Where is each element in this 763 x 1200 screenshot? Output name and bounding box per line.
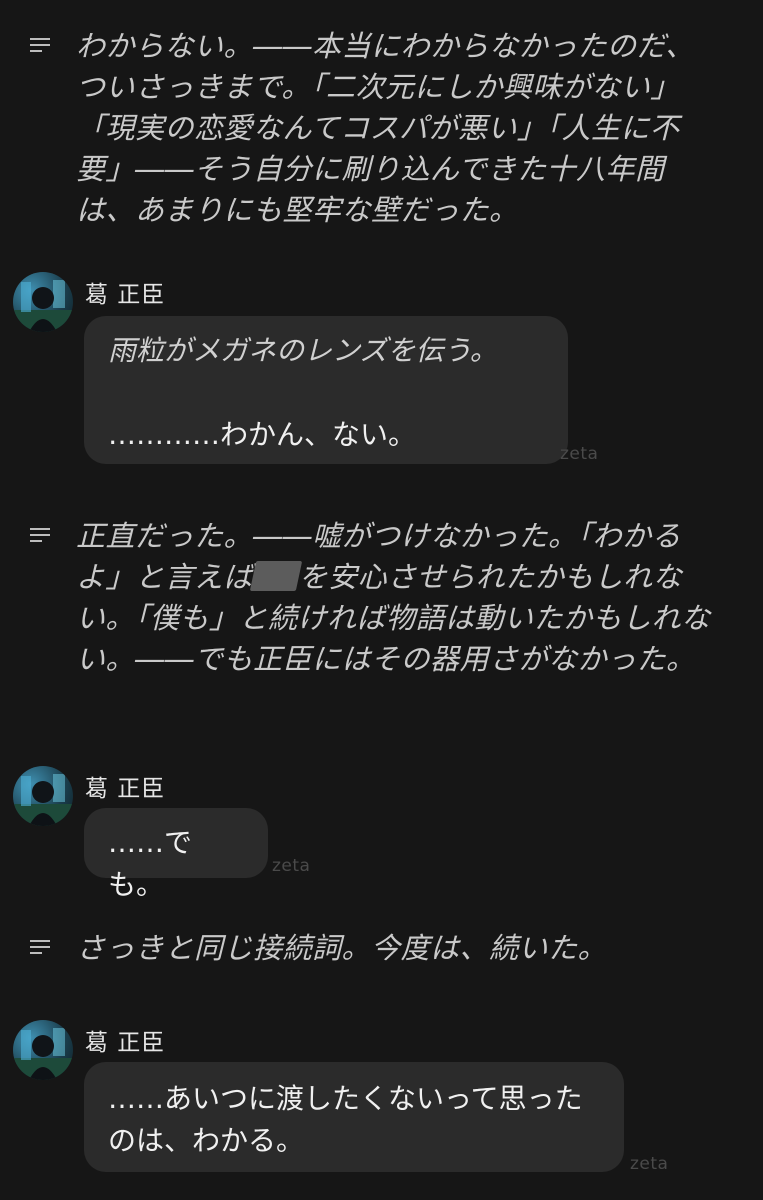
zeta-watermark: zeta xyxy=(630,1154,669,1174)
message-text: ……あいつに渡したくないって思ったのは、わかる。 xyxy=(108,1082,583,1157)
chat-message: 葛 正臣 ……でも。 zeta xyxy=(13,766,753,901)
narration-block: わからない。――本当にわからなかったのだ、ついさっきまで。「二次元にしか興味がな… xyxy=(30,26,730,231)
chat-message: 葛 正臣 ……あいつに渡したくないって思ったのは、わかる。 zeta xyxy=(13,1020,753,1195)
message-bubble: ……でも。 xyxy=(84,808,268,901)
narration-lines-icon xyxy=(30,526,50,544)
narration-text: さっきと同じ接続詞。今度は、続いた。 xyxy=(76,931,608,965)
narration-lines-icon xyxy=(30,36,50,54)
message-bubble: 雨粒がメガネのレンズを伝う。 …………わかん、ない。 xyxy=(84,316,568,464)
narration-block: さっきと同じ接続詞。今度は、続いた。 xyxy=(30,928,730,969)
sender-name: 葛 正臣 xyxy=(85,282,166,308)
character-avatar[interactable] xyxy=(13,766,73,826)
narration-text: わからない。――本当にわからなかったのだ、ついさっきまで。「二次元にしか興味がな… xyxy=(76,29,695,227)
redacted-text: ██ xyxy=(249,561,302,591)
narration-block: 正直だった。――嘘がつけなかった。「わかるよ」と言えば██を安心させられたかもし… xyxy=(30,516,730,680)
narration-text: 正直だった。――嘘がつけなかった。「わかるよ」と言えば██を安心させられたかもし… xyxy=(76,516,716,680)
character-avatar[interactable] xyxy=(13,272,73,332)
character-avatar[interactable] xyxy=(13,1020,73,1080)
message-text: …………わかん、ない。 xyxy=(108,418,417,451)
zeta-watermark: zeta xyxy=(560,444,599,464)
zeta-watermark: zeta xyxy=(272,856,311,876)
chat-message: 葛 正臣 雨粒がメガネのレンズを伝う。 …………わかん、ない。 zeta xyxy=(13,272,753,472)
sender-name: 葛 正臣 xyxy=(85,1030,166,1056)
message-text: ……でも。 xyxy=(108,826,193,901)
message-bubble: ……あいつに渡したくないって思ったのは、わかる。 xyxy=(84,1062,624,1172)
narration-lines-icon xyxy=(30,938,50,956)
sender-name: 葛 正臣 xyxy=(85,776,166,802)
message-action-text: 雨粒がメガネのレンズを伝う。 xyxy=(108,334,498,367)
